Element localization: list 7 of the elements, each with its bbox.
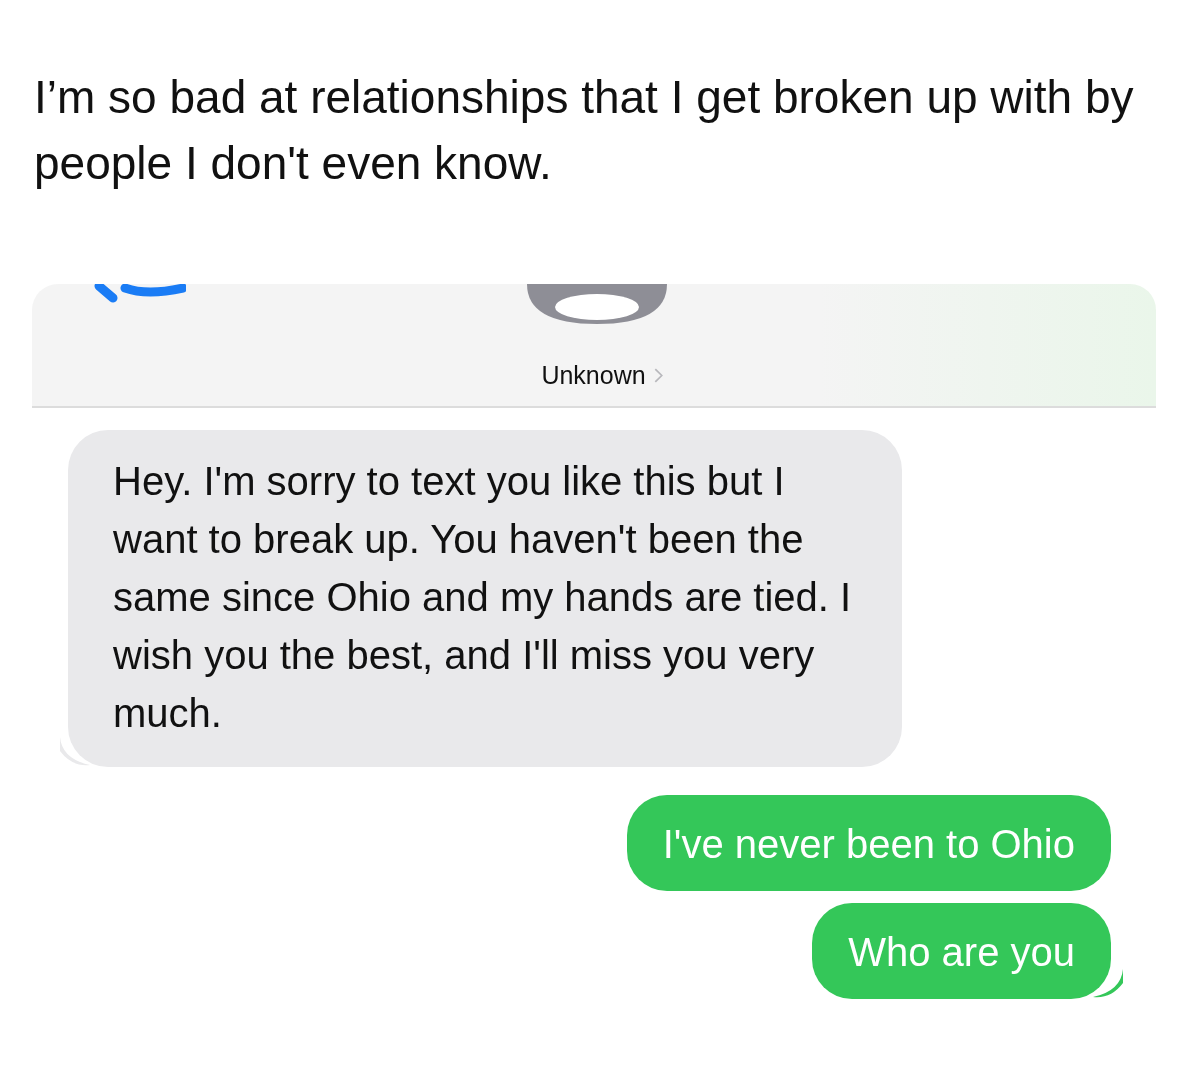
bubble-tail-icon bbox=[1093, 969, 1123, 999]
message-bubble: I've never been to Ohio bbox=[626, 795, 1111, 891]
avatar-icon[interactable] bbox=[527, 284, 667, 324]
post-text: I’m so bad at relationships that I get broken up with by people I don't even know. bbox=[34, 70, 1134, 191]
chevron-right-icon[interactable] bbox=[653, 368, 663, 383]
back-chevron-icon[interactable] bbox=[94, 284, 186, 304]
contact-name[interactable]: Unknown bbox=[541, 361, 646, 390]
